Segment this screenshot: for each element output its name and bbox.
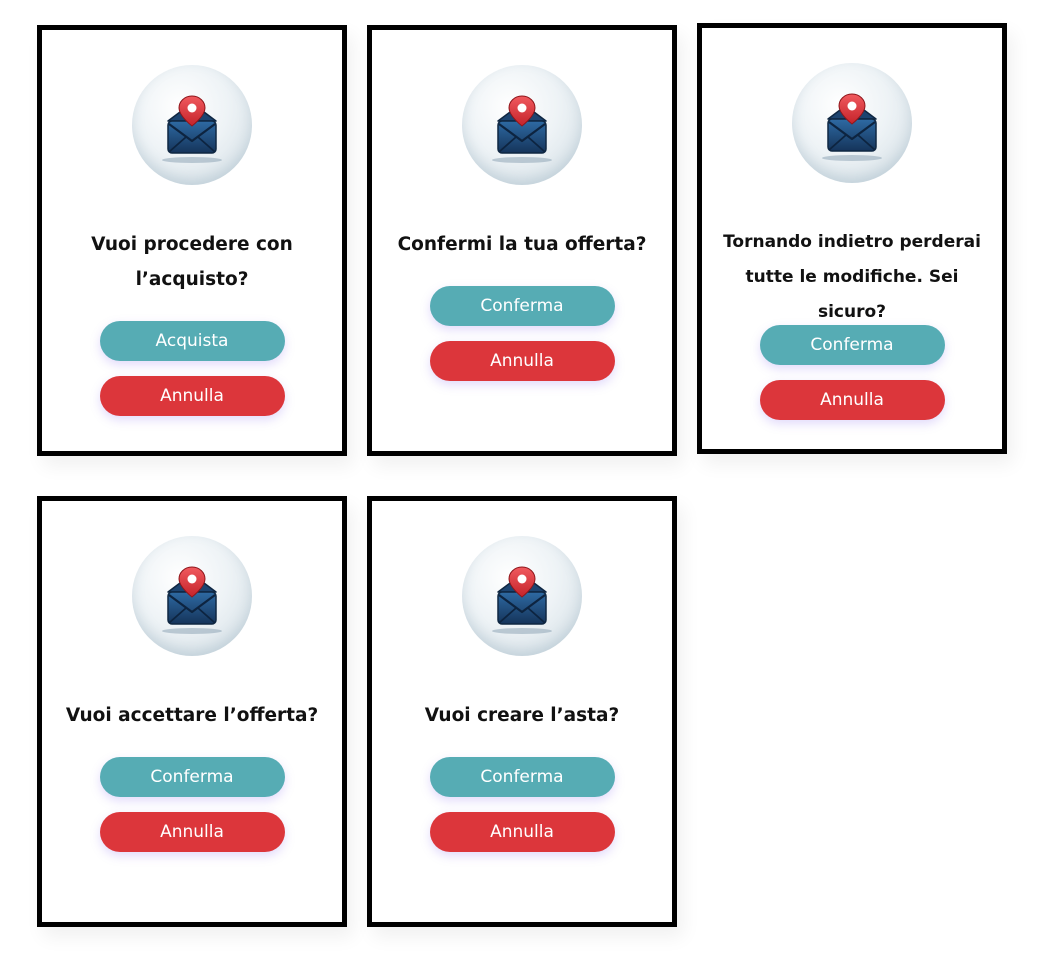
- envelope-location-pin-icon: [162, 95, 222, 163]
- question-line: l’acquisto?: [135, 269, 249, 290]
- envelope-location-pin-icon: [822, 93, 882, 161]
- envelope-location-pin-icon: [162, 566, 222, 634]
- question-line: tutte le modifiche. Sei sicuro?: [745, 267, 959, 322]
- dialog-question: Tornando indietro perderai tutte le modi…: [712, 225, 992, 330]
- confirm-button[interactable]: Conferma: [429, 757, 615, 797]
- dialog-question: Vuoi procedere con l’acquisto?: [52, 227, 332, 297]
- question-line: Vuoi procedere con: [91, 234, 293, 255]
- dialog-icon-circle: [132, 65, 252, 185]
- dialog-question: Vuoi accettare l’offerta?: [52, 698, 332, 733]
- dialog-card-purchase: Vuoi procedere con l’acquisto? Acquista …: [37, 25, 347, 456]
- dialog-question: Vuoi creare l’asta?: [382, 698, 662, 733]
- confirm-button[interactable]: Conferma: [99, 757, 285, 797]
- question-line: Tornando indietro perderai: [723, 232, 981, 252]
- confirm-button[interactable]: Conferma: [429, 286, 615, 326]
- dialog-icon-circle: [462, 65, 582, 185]
- purchase-button[interactable]: Acquista: [99, 321, 285, 361]
- dialog-icon-circle: [132, 536, 252, 656]
- question-line: Confermi la tua offerta?: [397, 234, 647, 255]
- dialog-card-create-auction: Vuoi creare l’asta? Conferma Annulla: [367, 496, 677, 927]
- dialog-card-discard-changes: Tornando indietro perderai tutte le modi…: [697, 23, 1007, 454]
- confirm-button[interactable]: Conferma: [759, 325, 945, 365]
- question-line: Vuoi creare l’asta?: [424, 705, 620, 726]
- question-line: Vuoi accettare l’offerta?: [65, 705, 319, 726]
- dialog-icon-circle: [792, 63, 912, 183]
- dialog-icon-circle: [462, 536, 582, 656]
- dialog-question: Confermi la tua offerta?: [382, 227, 662, 262]
- cancel-button[interactable]: Annulla: [759, 380, 945, 420]
- cancel-button[interactable]: Annulla: [429, 341, 615, 381]
- envelope-location-pin-icon: [492, 566, 552, 634]
- cancel-button[interactable]: Annulla: [99, 376, 285, 416]
- envelope-location-pin-icon: [492, 95, 552, 163]
- cancel-button[interactable]: Annulla: [429, 812, 615, 852]
- cancel-button[interactable]: Annulla: [99, 812, 285, 852]
- dialog-card-accept-offer: Vuoi accettare l’offerta? Conferma Annul…: [37, 496, 347, 927]
- dialog-card-confirm-offer: Confermi la tua offerta? Conferma Annull…: [367, 25, 677, 456]
